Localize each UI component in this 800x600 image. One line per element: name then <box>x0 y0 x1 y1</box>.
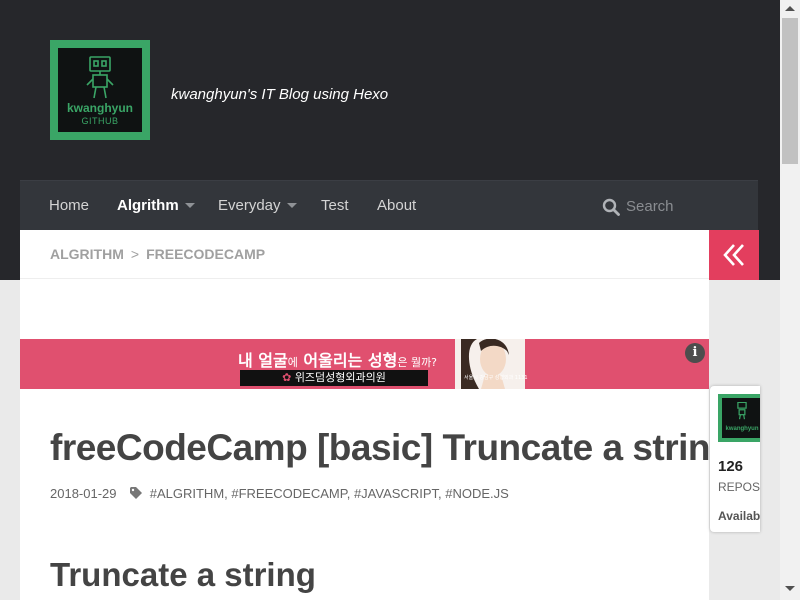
flower-icon: ✿ <box>282 371 292 384</box>
breadcrumb-category[interactable]: ALGRITHM <box>50 246 124 262</box>
ad-headline-part: 내 얼굴 <box>238 351 288 370</box>
ad-headline: 내 얼굴에 어울리는 성형은 뭘까? <box>238 347 437 371</box>
robot-icon <box>737 402 747 420</box>
scroll-up-arrow-icon[interactable] <box>785 6 795 11</box>
double-chevron-left-icon <box>723 244 744 266</box>
github-avatar-name: kwanghyun <box>725 426 759 432</box>
nav-item-everyday[interactable]: Everyday <box>218 181 297 231</box>
sidebar-toggle-button[interactable] <box>709 230 759 280</box>
github-profile-card[interactable]: kwanghyun 126 REPOS Availab <box>710 386 760 532</box>
ad-headline-part: 에 <box>287 356 298 369</box>
nav-everyday-label: Everyday <box>218 197 281 214</box>
main-nav: Home Algrithm Everyday Test About <box>20 180 758 230</box>
logo-subtitle: GITHUB <box>81 116 119 126</box>
site-tagline: kwanghyun's IT Blog using Hexo <box>171 86 389 103</box>
post-tags[interactable]: #ALGRITHM, #FREECODECAMP, #JAVASCRIPT, #… <box>150 486 509 501</box>
chevron-down-icon <box>286 202 297 208</box>
robot-icon <box>86 56 114 99</box>
ad-headline-part: 은 뭘까? <box>397 356 438 369</box>
breadcrumb-separator-icon: > <box>130 246 140 262</box>
ad-clinic-text: 위즈덤성형외과의원 <box>294 371 386 384</box>
nav-about-label: About <box>377 197 417 214</box>
nav-item-test[interactable]: Test <box>321 181 349 231</box>
info-icon[interactable]: i <box>685 343 705 363</box>
breadcrumb-subcategory[interactable]: FREECODECAMP <box>146 246 265 262</box>
nav-home-label: Home <box>49 197 90 214</box>
ad-info-label: i <box>692 345 698 360</box>
nav-item-about[interactable]: About <box>377 181 416 231</box>
chevron-down-icon <box>184 202 195 208</box>
nav-test-label: Test <box>321 197 349 214</box>
ad-clinic-name: ✿ 위즈덤성형외과의원 <box>240 370 428 386</box>
nav-algrithm-label: Algrithm <box>117 197 179 214</box>
search-input[interactable] <box>626 193 746 219</box>
site-logo[interactable]: kwanghyun GITHUB <box>50 40 150 140</box>
availability-status: Availab <box>718 509 760 523</box>
repo-label: REPOS <box>718 480 760 494</box>
nav-item-algrithm[interactable]: Algrithm <box>117 181 195 231</box>
ad-fineprint: 서울시 강남구 성형외과 1131 <box>464 375 528 381</box>
page-scrollbar[interactable] <box>780 0 800 600</box>
nav-item-home[interactable]: Home <box>49 181 89 231</box>
tag-icon <box>130 487 143 499</box>
post-title: freeCodeCamp [basic] Truncate a string <box>50 427 733 468</box>
section-heading: Truncate a string <box>50 556 316 593</box>
breadcrumb: ALGRITHM > FREECODECAMP <box>50 246 265 266</box>
scroll-down-arrow-icon[interactable] <box>785 586 795 591</box>
divider <box>20 278 709 279</box>
ad-headline-part: 어울리는 성형 <box>297 351 398 370</box>
ad-banner[interactable]: 내 얼굴에 어울리는 성형은 뭘까? ✿ 위즈덤성형외과의원 서울시 강남구 성… <box>20 339 709 389</box>
model-portrait-image <box>455 339 525 389</box>
scrollbar-thumb[interactable] <box>782 18 798 164</box>
logo-name: kwanghyun <box>66 101 133 115</box>
post-content: ALGRITHM > FREECODECAMP 내 얼굴에 어울리는 성형은 뭘까?… <box>20 230 733 600</box>
github-avatar: kwanghyun <box>718 394 760 442</box>
search-icon[interactable] <box>602 198 620 216</box>
repo-count: 126 <box>718 458 744 475</box>
post-meta: 2018-01-29 #ALGRITHM, #FREECODECAMP, #JA… <box>50 486 509 501</box>
post-date: 2018-01-29 <box>50 486 117 501</box>
